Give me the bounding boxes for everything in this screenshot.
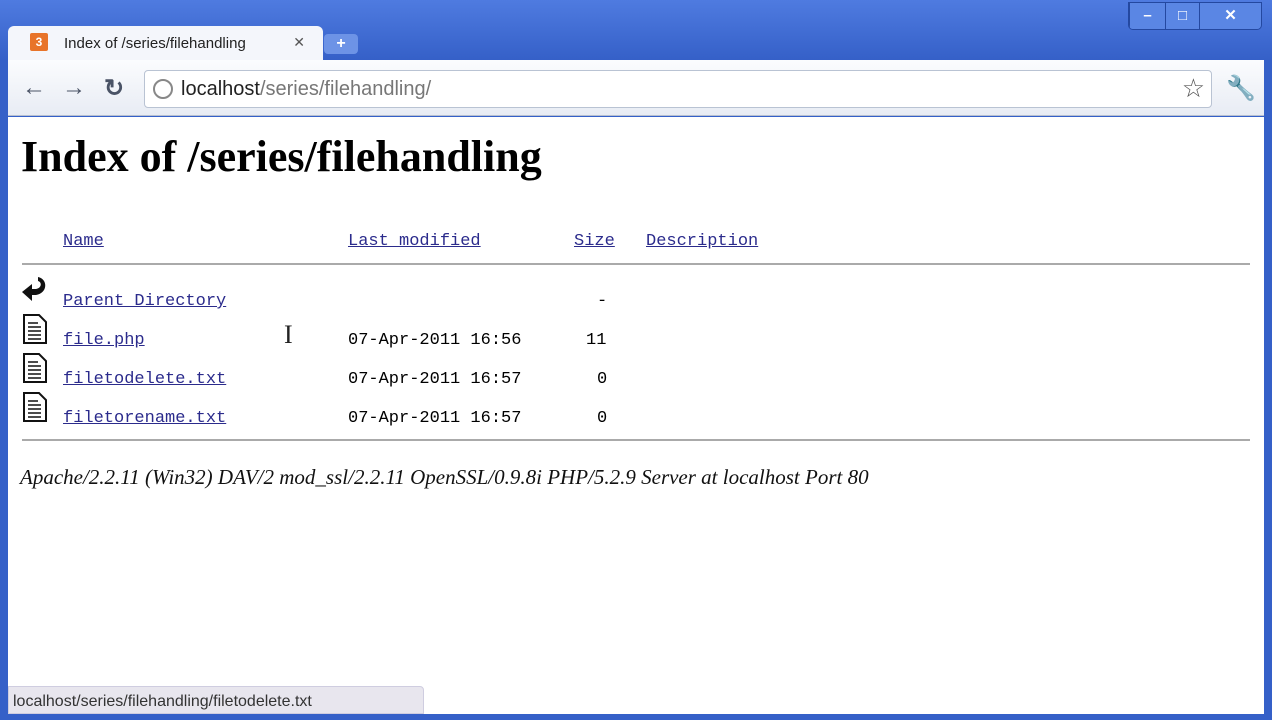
server-signature: Apache/2.2.11 (Win32) DAV/2 mod_ssl/2.2.… xyxy=(20,465,869,489)
favicon-icon: 3 xyxy=(30,33,48,51)
address-bar[interactable]: localhost/series/filehandling/ ☆ xyxy=(144,70,1212,108)
divider xyxy=(22,263,1250,265)
column-description[interactable]: Description xyxy=(646,232,758,251)
back-arrow-icon xyxy=(22,277,46,301)
file-size: 11 xyxy=(586,331,607,350)
forward-icon[interactable]: → xyxy=(62,74,86,102)
tab-title: Index of /series/filehandling xyxy=(64,34,246,52)
file-size: - xyxy=(597,292,608,311)
page-content: Index of /series/filehandling Name Last … xyxy=(8,117,1264,714)
page-title: Index of /series/filehandling xyxy=(21,132,542,181)
minimize-icon[interactable]: – xyxy=(1129,3,1165,29)
file-modified: 07-Apr-2011 16:57 xyxy=(348,409,522,428)
column-last-modified[interactable]: Last modified xyxy=(348,232,481,251)
file-icon xyxy=(23,353,47,383)
text-cursor-icon: I xyxy=(284,320,293,349)
file-modified: 07-Apr-2011 16:56 xyxy=(348,331,522,350)
new-tab-button[interactable]: + xyxy=(324,34,358,54)
status-bar: localhost/series/filehandling/filetodele… xyxy=(8,686,424,714)
file-link[interactable]: filetorename.txt xyxy=(63,409,226,428)
file-modified: 07-Apr-2011 16:57 xyxy=(348,370,522,389)
file-link[interactable]: filetodelete.txt xyxy=(63,370,226,389)
file-size: 0 xyxy=(597,370,608,389)
column-size[interactable]: Size xyxy=(574,232,615,251)
divider xyxy=(22,439,1250,441)
wrench-icon[interactable]: 🔧 xyxy=(1226,74,1256,103)
file-icon xyxy=(23,392,47,422)
column-name[interactable]: Name xyxy=(63,232,104,251)
address-path: /series/filehandling/ xyxy=(259,77,432,100)
file-icon xyxy=(23,314,47,344)
file-link[interactable]: Parent Directory xyxy=(63,292,226,311)
globe-icon xyxy=(153,79,173,99)
close-icon[interactable]: ✕ xyxy=(1199,3,1261,29)
address-host: localhost xyxy=(181,77,260,100)
reload-icon[interactable]: ↻ xyxy=(104,74,124,103)
file-link[interactable]: file.php xyxy=(63,331,145,350)
back-icon[interactable]: ← xyxy=(22,74,46,102)
tab-close-icon[interactable]: ✕ xyxy=(293,34,305,51)
window-controls: – □ ✕ xyxy=(1128,2,1262,30)
bookmark-star-icon[interactable]: ☆ xyxy=(1182,73,1205,104)
file-size: 0 xyxy=(597,409,608,428)
maximize-icon[interactable]: □ xyxy=(1165,3,1199,29)
tab[interactable]: Index of /series/filehandling ✕ xyxy=(8,26,323,60)
